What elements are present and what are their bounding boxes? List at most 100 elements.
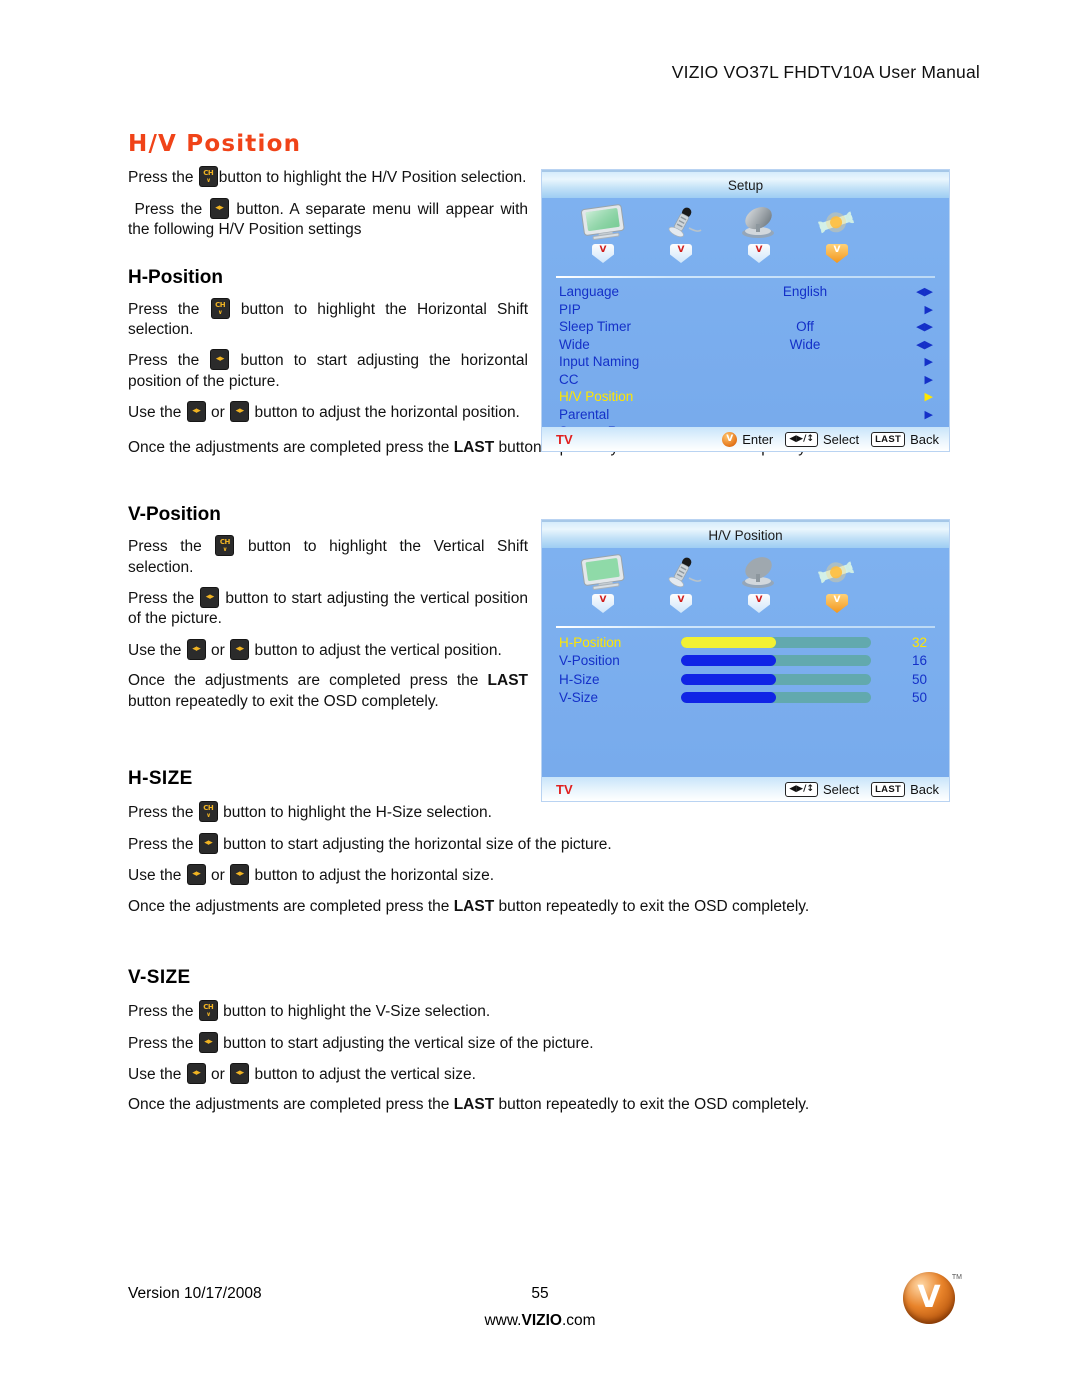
paragraph-h-size-2: Press the ◂▸ button to start adjusting t… xyxy=(128,833,928,855)
text-fragment: or xyxy=(211,404,225,422)
osd-tab-audio[interactable]: V xyxy=(642,198,720,263)
osd-slider-row-v-position[interactable]: V-Position 16 xyxy=(559,652,933,671)
channel-down-button-icon: CH ∨ xyxy=(199,167,217,187)
dpad-select-icon: ◀▶/↕ xyxy=(785,431,818,447)
paragraph-v-size-4: Once the adjustments are completed press… xyxy=(128,1095,928,1115)
microphone-icon xyxy=(642,554,720,590)
slider-track[interactable] xyxy=(681,655,871,667)
osd-tab-marker: V xyxy=(748,594,770,613)
paragraph-v-position-4: Once the adjustments are completed press… xyxy=(128,671,528,712)
hint-label: Select xyxy=(822,781,860,797)
osd-tab-setup[interactable]: V xyxy=(798,548,876,613)
row-label: PIP xyxy=(559,301,581,317)
osd-setup-footer: TV V Enter ◀▶/↕ Select LAST Back xyxy=(542,427,949,451)
osd-menu-row-wide[interactable]: Wide Wide ◀▶ xyxy=(559,336,933,354)
satellite-dish-icon xyxy=(720,554,798,590)
text-fragment: Press the xyxy=(128,169,194,187)
channel-down-button-icon: CH ∨ xyxy=(211,298,229,318)
row-label: H/V Position xyxy=(559,389,634,405)
slider-track[interactable] xyxy=(681,673,871,685)
slider-label: V-Size xyxy=(559,690,599,706)
osd-tab-marker-active: V xyxy=(826,594,848,613)
website-prefix: www. xyxy=(484,1312,522,1329)
text-fragment: Press the xyxy=(128,300,200,318)
vizio-logo-icon: V TM xyxy=(903,1272,962,1324)
osd-slider-row-h-size[interactable]: H-Size 50 xyxy=(559,670,933,689)
osd-menu-row-input-naming[interactable]: Input Naming ▶ xyxy=(559,353,933,371)
paragraph-h-size-3: Use the ◂▸ or ◂▸ button to adjust the ho… xyxy=(128,865,928,886)
text-fragment: button to adjust the vertical position. xyxy=(254,641,502,659)
text-fragment: button to start adjusting the horizontal… xyxy=(223,835,612,853)
osd-tab-picture[interactable]: V xyxy=(564,548,642,613)
text-fragment: Press the xyxy=(128,835,194,853)
osd-tab-marker: V xyxy=(670,594,692,613)
row-value: Off xyxy=(796,319,814,335)
osd-hint-back: LAST Back xyxy=(871,781,939,797)
osd-tab-setup[interactable]: V xyxy=(798,198,876,263)
hint-label: Back xyxy=(910,781,939,797)
osd-menu-row-language[interactable]: Language English ◀▶ xyxy=(559,283,933,301)
hint-label: Enter xyxy=(742,431,774,447)
osd-tab-tuner[interactable]: V xyxy=(720,548,798,613)
text-fragment: Once the adjustments are completed press… xyxy=(128,1096,450,1114)
osd-hv-tabbar: V V V V xyxy=(542,548,949,626)
volume-right-button-icon: ◂▸ xyxy=(231,865,249,885)
text-fragment: Once the adjustments are completed press… xyxy=(128,438,450,456)
osd-tab-tuner[interactable]: V xyxy=(720,198,798,263)
row-arrow-icon: ▶ xyxy=(924,356,933,369)
volume-left-button-icon: ◂▸ xyxy=(187,402,205,422)
paragraph-hv-press-2: Press the ◂▸ button. A separate menu wil… xyxy=(128,198,528,241)
volume-left-button-icon: ◂▸ xyxy=(187,639,205,659)
osd-hv-title: H/V Position xyxy=(542,520,949,548)
osd-hint-back: LAST Back xyxy=(871,431,939,447)
paragraph-hv-press-1: Press the CH ∨ button to highlight the H/V… xyxy=(128,167,528,188)
osd-menu-row-pip[interactable]: PIP ▶ xyxy=(559,301,933,319)
osd-slider-row-h-position[interactable]: H-Position 32 xyxy=(559,633,933,652)
osd-hint-select: ◀▶/↕ Select xyxy=(785,781,860,797)
text-fragment: Once the adjustments are completed press… xyxy=(128,672,479,690)
osd-tab-audio[interactable]: V xyxy=(642,548,720,613)
volume-right-button-icon: ◂▸ xyxy=(199,1032,217,1052)
text-fragment: Press the xyxy=(134,200,203,218)
volume-right-button-icon: ◂▸ xyxy=(201,587,219,607)
row-label: Sleep Timer xyxy=(559,319,632,335)
monitor-icon xyxy=(564,554,642,590)
paragraph-h-size-4: Once the adjustments are completed press… xyxy=(128,897,928,917)
row-label: Language xyxy=(559,284,620,300)
osd-tab-marker: V xyxy=(592,594,614,613)
osd-menu-row-parental[interactable]: Parental ▶ xyxy=(559,406,933,424)
section-heading-hv-position: H/V Position xyxy=(128,131,302,157)
monitor-icon xyxy=(564,204,642,240)
text-fragment: button to highlight the V-Size selection… xyxy=(223,1003,491,1021)
slider-track[interactable] xyxy=(681,692,871,704)
text-fragment: button to highlight the H-Size selection… xyxy=(223,804,492,822)
text-fragment: button to adjust the horizontal size. xyxy=(254,867,495,885)
paragraph-v-position-2: Press the ◂▸ button to start adjusting t… xyxy=(128,587,528,630)
osd-menu-row-cc[interactable]: CC ▶ xyxy=(559,371,933,389)
osd-setup-screenshot: Setup V V V V Language English ◀▶ PIP ▶ … xyxy=(541,169,950,452)
text-fragment: Use the xyxy=(128,641,182,659)
hint-label: Select xyxy=(822,431,860,447)
website-brand: VIZIO xyxy=(521,1312,562,1329)
osd-setup-title: Setup xyxy=(542,170,949,198)
text-fragment: button to adjust the horizontal position… xyxy=(254,404,520,422)
osd-setup-menu-list: Language English ◀▶ PIP ▶ Sleep Timer Of… xyxy=(542,278,949,441)
slider-value: 16 xyxy=(911,653,927,669)
paragraph-v-position-1: Press the CH ∨ button to highlight the Ve… xyxy=(128,536,528,578)
osd-hv-slider-list: H-Position 32 V-Position 16 H-Size 50 V-… xyxy=(542,628,949,707)
row-value: English xyxy=(782,284,828,300)
microphone-icon xyxy=(642,204,720,240)
text-fragment: button repeatedly to exit the OSD comple… xyxy=(128,692,439,710)
paragraph-v-position-3: Use the ◂▸ or ◂▸ button to adjust the ve… xyxy=(128,639,528,661)
slider-track[interactable] xyxy=(681,636,871,648)
osd-slider-row-v-size[interactable]: V-Size 50 xyxy=(559,689,933,708)
row-value: Wide xyxy=(789,336,821,352)
osd-menu-row-sleep-timer[interactable]: Sleep Timer Off ◀▶ xyxy=(559,318,933,336)
row-label: Parental xyxy=(559,406,610,422)
row-label: Input Naming xyxy=(559,354,640,370)
osd-menu-row-hv-position[interactable]: H/V Position ▶ xyxy=(559,388,933,406)
dpad-select-icon: ◀▶/↕ xyxy=(785,781,818,797)
hint-label: Back xyxy=(910,431,939,447)
osd-tab-picture[interactable]: V xyxy=(564,198,642,263)
text-fragment: Press the xyxy=(128,1003,194,1021)
